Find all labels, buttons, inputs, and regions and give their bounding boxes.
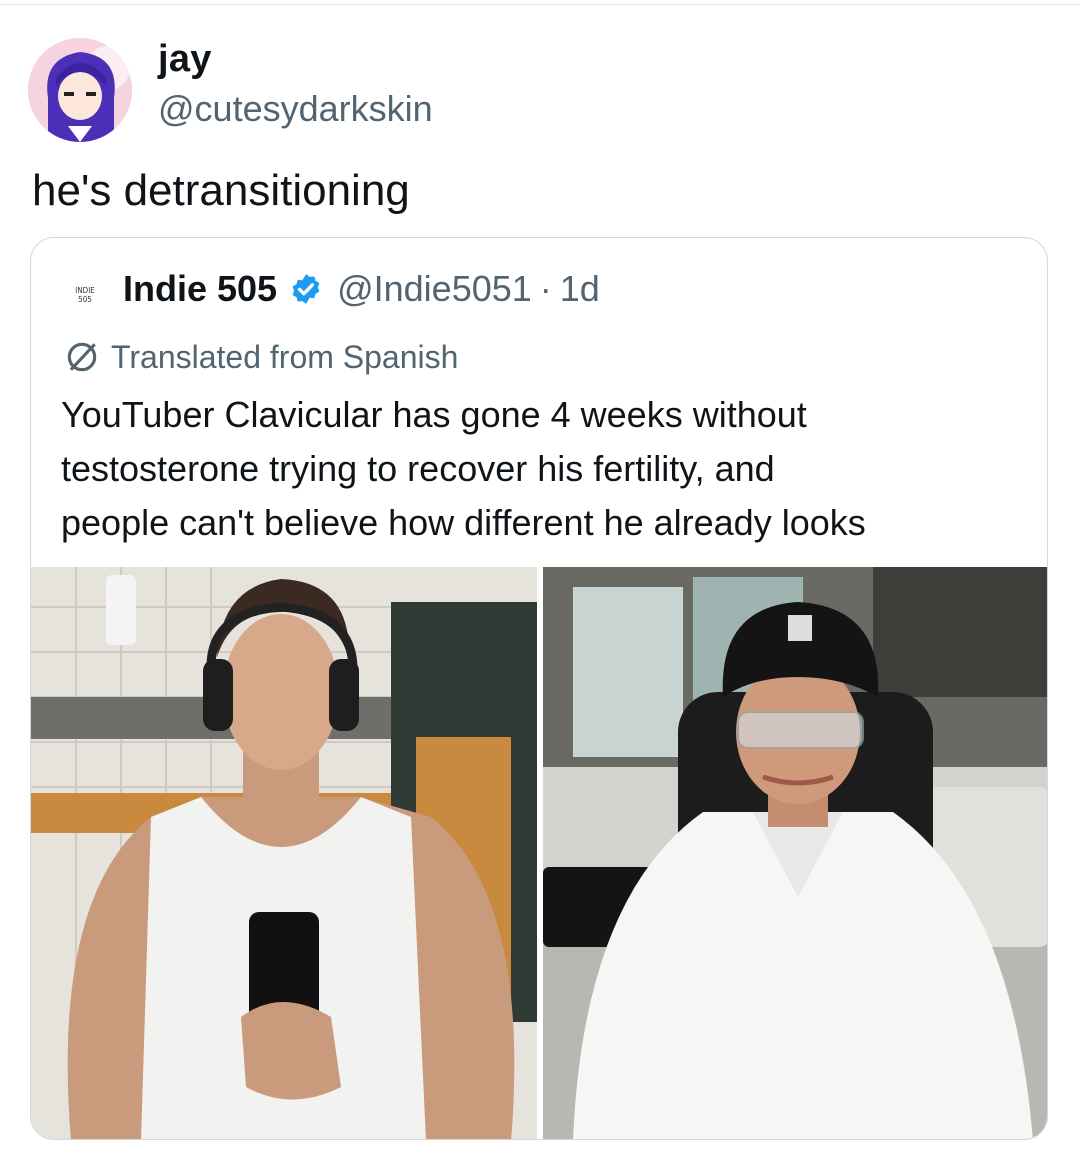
- anime-avatar-icon: [28, 38, 132, 142]
- quote-author-name[interactable]: Indie 505: [123, 268, 277, 310]
- streamer-photo[interactable]: [543, 567, 1047, 1139]
- quote-timestamp[interactable]: 1d: [560, 268, 600, 310]
- quoted-tweet[interactable]: INDIE 505 Indie 505 @Indie5051 · 1d Tran…: [30, 237, 1048, 1140]
- quote-text-line: people can't believe how different he al…: [61, 502, 866, 543]
- quote-avatar-line2: 505: [78, 295, 92, 304]
- translate-icon: [67, 342, 97, 372]
- quote-separator: ·: [539, 268, 552, 309]
- quote-avatar-line1: INDIE: [75, 286, 95, 295]
- translated-label: Translated from Spanish: [63, 338, 458, 376]
- quote-text-line: YouTuber Clavicular has gone 4 weeks wit…: [61, 394, 807, 435]
- author-name[interactable]: jay: [158, 38, 212, 81]
- quote-header: Indie 505 @Indie5051 · 1d: [123, 268, 600, 310]
- author-avatar[interactable]: [28, 38, 132, 142]
- tweet-text: he's detransitioning: [32, 166, 410, 215]
- quote-author-handle[interactable]: @Indie5051: [337, 268, 532, 310]
- author-handle[interactable]: @cutesydarkskin: [158, 88, 433, 130]
- mirror-selfie-photo[interactable]: [31, 567, 537, 1139]
- verified-badge-icon: [292, 274, 320, 304]
- quote-text: YouTuber Clavicular has gone 4 weeks wit…: [61, 388, 1021, 550]
- quote-text-line: testosterone trying to recover his ferti…: [61, 448, 775, 489]
- top-divider: [0, 4, 1080, 5]
- quote-avatar[interactable]: INDIE 505: [61, 271, 109, 319]
- translated-text: Translated from Spanish: [111, 338, 459, 375]
